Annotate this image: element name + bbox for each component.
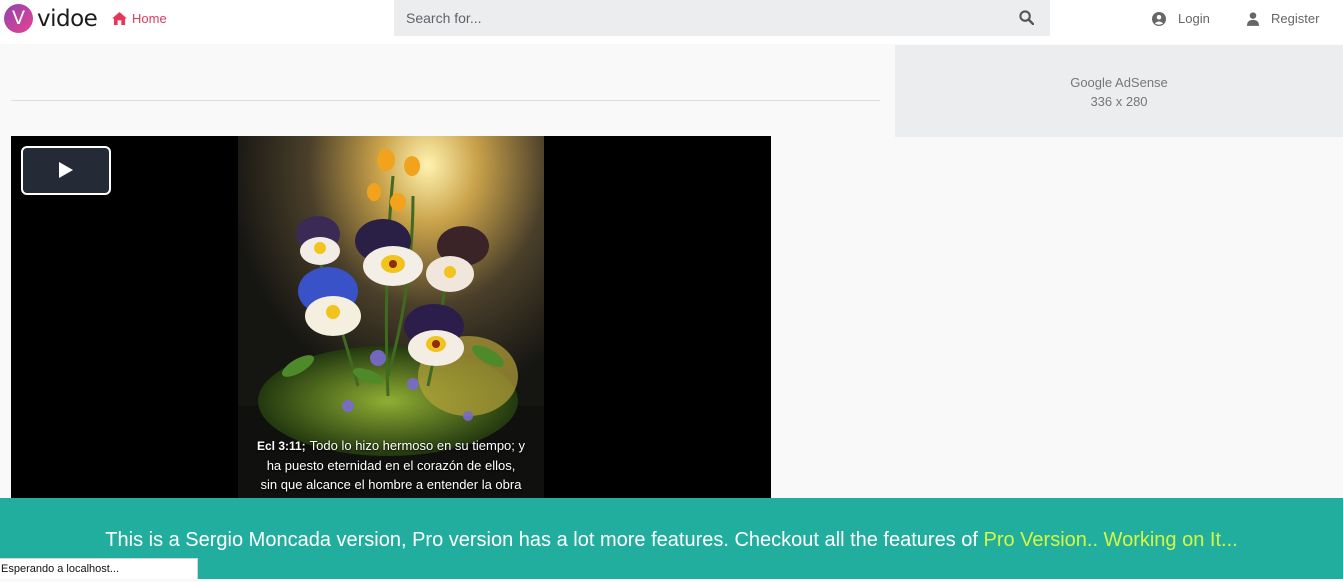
adsense-placeholder: Google AdSense 336 x 280 bbox=[895, 45, 1343, 137]
caption-line-2: ha puesto eternidad en el corazón de ell… bbox=[266, 458, 516, 473]
search-input[interactable] bbox=[394, 0, 1018, 36]
site-logo[interactable]: V vidoe bbox=[4, 4, 98, 33]
pro-version-link[interactable]: Pro Version.. Working on It... bbox=[984, 529, 1238, 551]
logo-icon: V bbox=[4, 4, 33, 33]
search-icon bbox=[1019, 10, 1035, 26]
search-button[interactable] bbox=[1019, 10, 1035, 30]
ad-title: Google AdSense bbox=[1070, 75, 1168, 90]
browser-status-bar: Esperando a localhost... bbox=[0, 558, 198, 579]
register-link[interactable]: Register bbox=[1247, 11, 1319, 26]
caption-line-3: sin que alcance el hombre a entender la … bbox=[260, 477, 522, 492]
home-link[interactable]: Home bbox=[112, 11, 167, 26]
promo-text: This is a Sergio Moncada version, Pro ve… bbox=[105, 529, 984, 551]
top-navbar: V vidoe Home Login Register bbox=[0, 0, 1343, 44]
pansy-5 bbox=[404, 304, 464, 366]
video-player[interactable]: Ecl 3:11; Todo lo hizo hermoso en su tiem… bbox=[11, 136, 771, 498]
home-label: Home bbox=[132, 11, 167, 26]
logo-text: vidoe bbox=[37, 5, 98, 32]
user-icon bbox=[1247, 11, 1259, 26]
content-divider bbox=[11, 100, 880, 101]
play-button[interactable] bbox=[21, 146, 111, 195]
play-icon bbox=[59, 162, 73, 178]
caption-reference: Ecl 3:11; bbox=[256, 439, 306, 453]
login-link[interactable]: Login bbox=[1152, 11, 1210, 26]
user-circle-icon bbox=[1152, 11, 1166, 26]
promo-banner: This is a Sergio Moncada version, Pro ve… bbox=[0, 498, 1343, 579]
register-label: Register bbox=[1271, 11, 1320, 26]
ad-size: 336 x 280 bbox=[1090, 94, 1148, 109]
caption-line-1: Ecl 3:11; Todo lo hizo hermoso en su tiem… bbox=[256, 438, 526, 453]
video-caption: Ecl 3:11; Todo lo hizo hermoso en su tiem… bbox=[238, 436, 544, 494]
home-icon bbox=[112, 12, 127, 25]
pansy-1 bbox=[296, 216, 340, 265]
login-label: Login bbox=[1178, 11, 1210, 26]
search-bar bbox=[394, 0, 1050, 36]
